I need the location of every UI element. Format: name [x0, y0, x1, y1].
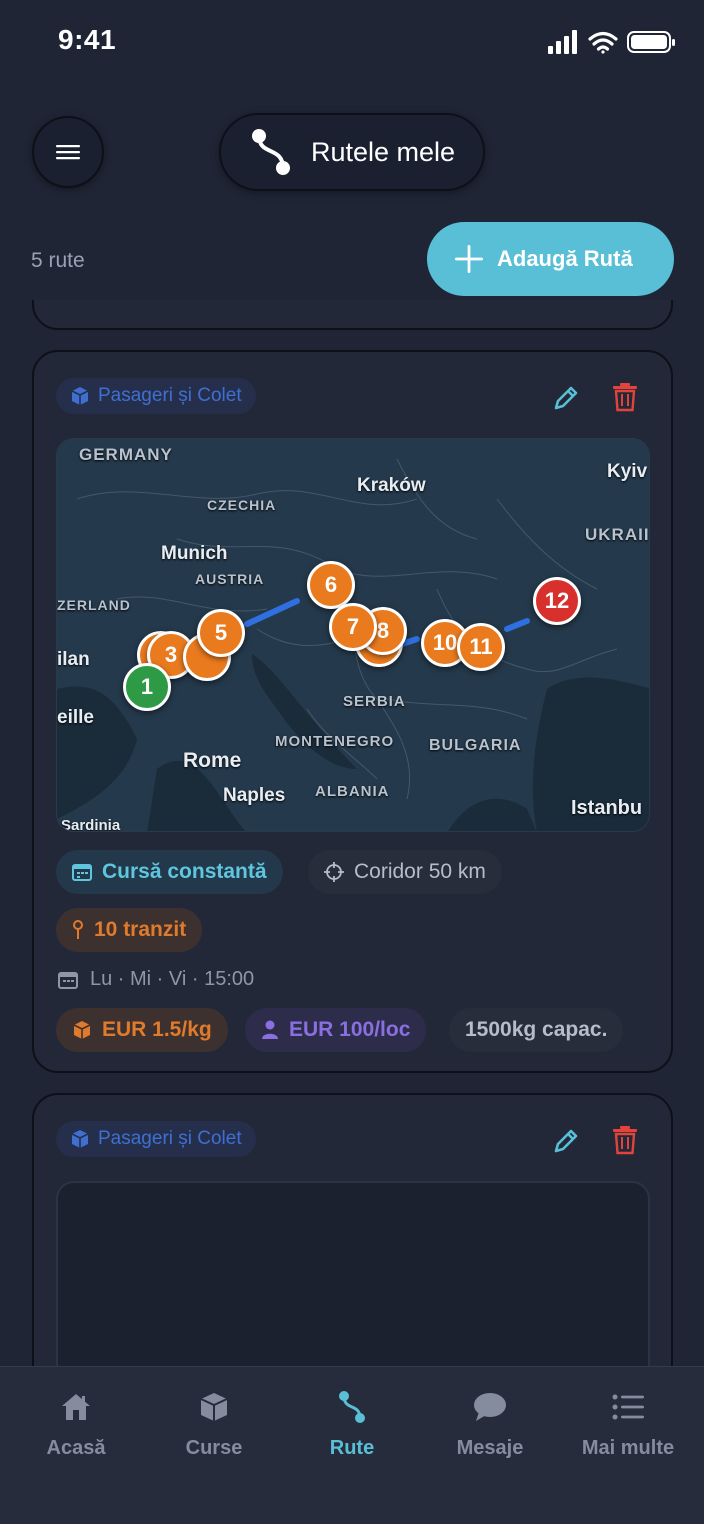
add-route-label: Adaugă Rută — [497, 246, 633, 271]
signal-icon — [548, 30, 577, 54]
route-stop-marker[interactable]: 11 — [457, 623, 505, 671]
route-type-label: Pasageri și Colet — [98, 385, 242, 406]
nav-item-messages[interactable]: Mesaje — [421, 1389, 559, 1460]
nav-item-more[interactable]: Mai multe — [559, 1389, 697, 1460]
hamburger-icon — [56, 145, 80, 160]
route-stop-marker[interactable]: 6 — [307, 561, 355, 609]
delete-icon[interactable] — [612, 382, 638, 412]
list-icon — [612, 1394, 644, 1420]
route-type-badge: Pasageri și Colet — [56, 1121, 256, 1157]
crosshair-icon — [324, 862, 344, 882]
status-icons — [548, 30, 675, 54]
route-map-placeholder — [56, 1181, 650, 1366]
corridor-label: Coridor 50 km — [354, 860, 486, 883]
map-label-city: Kraków — [357, 475, 426, 496]
routes-list[interactable]: Pasageri și Colet GERMANY CZECHIA AUSTRI… — [0, 300, 704, 1366]
schedule: Lu · Mi · Vi · 15:00 — [58, 968, 254, 991]
map-label-city: eille — [57, 707, 94, 728]
home-icon — [62, 1394, 90, 1420]
nav-item-routes[interactable]: Rute — [283, 1389, 421, 1460]
menu-button[interactable] — [32, 116, 104, 188]
route-end-marker[interactable]: 12 — [533, 577, 581, 625]
wifi-icon — [588, 31, 618, 54]
map-label-city: Sardinia — [61, 817, 121, 832]
capacity-label: 1500kg capac. — [465, 1018, 608, 1041]
nav-item-home[interactable]: Acasă — [7, 1389, 145, 1460]
map-label-country: AUSTRIA — [195, 571, 265, 587]
route-card[interactable]: Pasageri și Colet — [32, 350, 673, 1073]
map-label-city: Rome — [183, 749, 242, 772]
price-per-seat-label: EUR 100/loc — [289, 1018, 411, 1041]
box-icon — [200, 1393, 228, 1421]
map-label-country: BULGARIA — [429, 737, 522, 754]
map-label-country: MONTENEGRO — [275, 733, 395, 750]
nav-item-trips[interactable]: Curse — [145, 1389, 283, 1460]
status-bar: 9:41 — [0, 0, 704, 84]
route-start-marker[interactable]: 1 — [123, 663, 171, 711]
capacity-chip: 1500kg capac. — [449, 1008, 624, 1052]
delete-icon[interactable] — [612, 1125, 638, 1155]
map-label-country: SERBIA — [343, 693, 406, 710]
chat-icon — [474, 1393, 506, 1421]
add-route-button[interactable]: Adaugă Rută — [427, 222, 674, 296]
price-per-seat-chip: EUR 100/loc — [245, 1008, 427, 1052]
package-icon — [73, 1021, 91, 1039]
edit-icon[interactable] — [552, 1127, 580, 1155]
nav-label: Acasă — [46, 1437, 106, 1459]
route-stop-marker[interactable]: 7 — [329, 603, 377, 651]
page-title: Rutele mele — [311, 136, 456, 167]
map-label-city: Kyiv — [607, 461, 648, 482]
bottom-navigation: Acasă Curse Rute Mesaje Mai multe — [0, 1366, 704, 1524]
route-icon — [339, 1391, 365, 1423]
route-icon — [252, 129, 290, 175]
nav-label: Curse — [185, 1437, 243, 1459]
map-label-city: ilan — [57, 649, 90, 670]
route-card[interactable]: Pasageri și Colet — [32, 1093, 673, 1366]
map-label-city: Munich — [161, 543, 228, 564]
route-type-label: Pasageri și Colet — [98, 1128, 242, 1149]
transit-chip: 10 tranzit — [56, 908, 203, 952]
map-label-country: CZECHIA — [207, 497, 277, 513]
battery-icon — [627, 31, 675, 53]
map-label-city: Naples — [223, 785, 286, 806]
calendar-icon — [72, 864, 92, 881]
nav-label: Mesaje — [456, 1437, 524, 1459]
package-icon — [71, 1130, 89, 1148]
route-map[interactable]: GERMANY CZECHIA AUSTRIA ZERLAND SERBIA M… — [56, 438, 650, 832]
route-stop-marker[interactable]: 5 — [197, 609, 245, 657]
constant-route-label: Cursă constantă — [102, 860, 267, 883]
nav-label: Rute — [329, 1437, 375, 1459]
route-count: 5 rute — [31, 249, 85, 272]
transit-label: 10 tranzit — [94, 918, 187, 941]
price-per-kg-label: EUR 1.5/kg — [102, 1018, 212, 1041]
nav-label: Mai multe — [581, 1437, 675, 1459]
plus-icon — [455, 245, 483, 273]
schedule-label: Lu · Mi · Vi · 15:00 — [90, 968, 255, 990]
route-card-previous[interactable] — [32, 300, 673, 330]
person-icon — [262, 1020, 278, 1039]
page-title-pill: Rutele mele — [219, 113, 485, 191]
pin-icon — [73, 920, 83, 939]
price-per-kg-chip: EUR 1.5/kg — [56, 1008, 228, 1052]
map-label-country: UKRAII — [585, 525, 650, 544]
status-time: 9:41 — [58, 24, 117, 55]
corridor-chip: Coridor 50 km — [308, 850, 502, 894]
map-label-country: ALBANIA — [315, 783, 390, 800]
edit-icon[interactable] — [552, 384, 580, 412]
calendar-icon — [58, 971, 78, 989]
map-label-city: Istanbu — [571, 797, 643, 819]
map-label-country: ZERLAND — [57, 597, 131, 613]
route-type-badge: Pasageri și Colet — [56, 378, 256, 414]
map-label-country: GERMANY — [79, 445, 173, 464]
constant-route-chip: Cursă constantă — [56, 850, 283, 894]
package-icon — [71, 387, 89, 405]
